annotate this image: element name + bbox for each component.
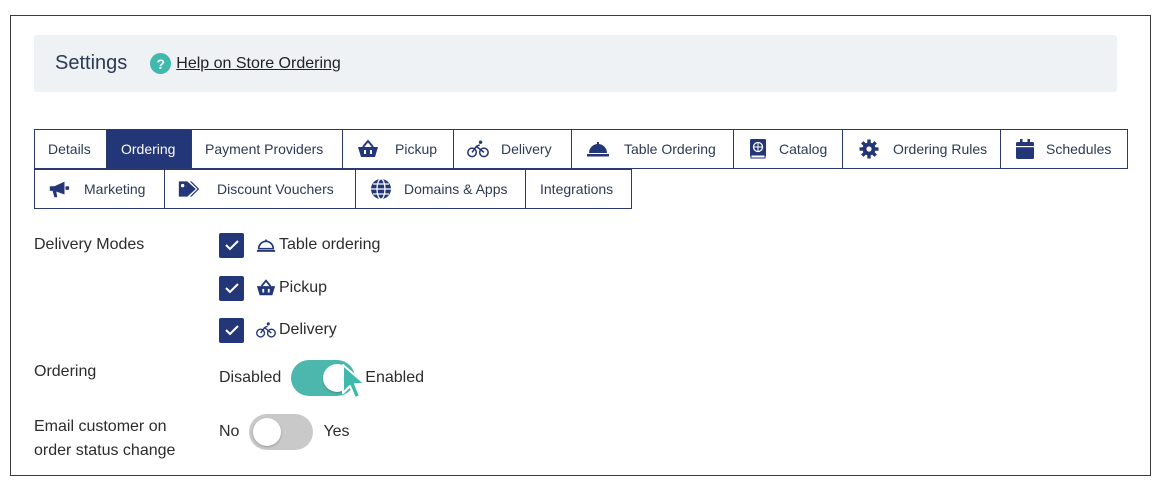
ordering-toggle-row: Disabled Enabled [219,360,424,396]
bicycle-icon [256,320,276,340]
basket-icon [256,278,276,298]
cloche-outline-icon [256,235,276,255]
tab-details[interactable]: Details [34,129,107,169]
tab-ordering[interactable]: Ordering [106,129,192,169]
tab-label: Ordering Rules [893,141,988,157]
tab-label: Marketing [84,181,146,197]
bicycle-icon [467,138,489,160]
toggle-knob [253,418,282,446]
ordering-label: Ordering [34,363,97,380]
tab-ordering-rules[interactable]: Ordering Rules [842,129,1001,169]
delivery-mode-pickup: Pickup [219,275,328,301]
pickup-label: Pickup [279,279,328,296]
tab-label: Pickup [395,141,438,157]
globe-icon [370,178,392,200]
tab-label: Domains & Apps [404,181,508,197]
tab-label: Schedules [1046,141,1112,157]
tab-domains-apps[interactable]: Domains & Apps [355,169,526,209]
delivery-checkbox[interactable] [219,317,244,343]
basket-icon [357,138,379,160]
table-ordering-label: Table ordering [279,236,381,253]
tab-label: Integrations [540,181,614,197]
email-customer-toggle-row: No Yes [219,414,350,450]
tabs-row-1: Details Ordering Payment Providers Picku… [34,129,1128,169]
pickup-checkbox[interactable] [219,275,244,301]
tab-label: Payment Providers [205,141,324,157]
delivery-label: Delivery [279,321,337,338]
delivery-modes-label: Delivery Modes [34,236,145,253]
ordering-off-label: Disabled [219,369,282,386]
tab-integrations[interactable]: Integrations [525,169,632,209]
calendar-icon [1014,138,1036,160]
tab-marketing[interactable]: Marketing [34,169,165,209]
delivery-mode-table-ordering: Table ordering [219,232,381,258]
megaphone-icon [48,178,70,200]
settings-frame: Settings ? Help on Store Ordering Detail… [10,15,1151,476]
help-link[interactable]: Help on Store Ordering [176,55,341,73]
tab-label: Details [48,141,91,157]
tabs-row-2: Marketing Discount Vouchers Domains & Ap… [34,169,632,209]
tab-label: Ordering [121,141,176,157]
gear-icon [858,138,880,160]
tab-label: Discount Vouchers [217,181,334,197]
settings-header: Settings ? Help on Store Ordering [34,35,1117,92]
ordering-on-label: Enabled [365,369,424,386]
tab-catalog[interactable]: Catalog [733,129,843,169]
tab-label: Table Ordering [624,141,716,157]
tags-icon [178,178,200,200]
tab-schedules[interactable]: Schedules [1000,129,1128,169]
pointer-cursor-icon [342,364,366,399]
help-icon[interactable]: ? [150,53,172,74]
cloche-icon [587,138,609,160]
email-customer-on-label: Yes [323,423,350,440]
delivery-mode-delivery: Delivery [219,317,337,343]
table-ordering-checkbox[interactable] [219,232,244,258]
book-icon [747,138,769,160]
tab-pickup[interactable]: Pickup [342,129,454,169]
email-customer-toggle[interactable] [249,414,314,450]
tab-payment-providers[interactable]: Payment Providers [191,129,343,169]
tab-table-ordering[interactable]: Table Ordering [571,129,734,169]
email-customer-off-label: No [219,423,240,440]
tab-label: Delivery [501,141,552,157]
tab-label: Catalog [779,141,828,157]
page-title: Settings [55,52,128,74]
email-customer-label: Email customer on order status change [34,418,176,459]
tab-discount-vouchers[interactable]: Discount Vouchers [164,169,356,209]
tab-delivery[interactable]: Delivery [453,129,572,169]
